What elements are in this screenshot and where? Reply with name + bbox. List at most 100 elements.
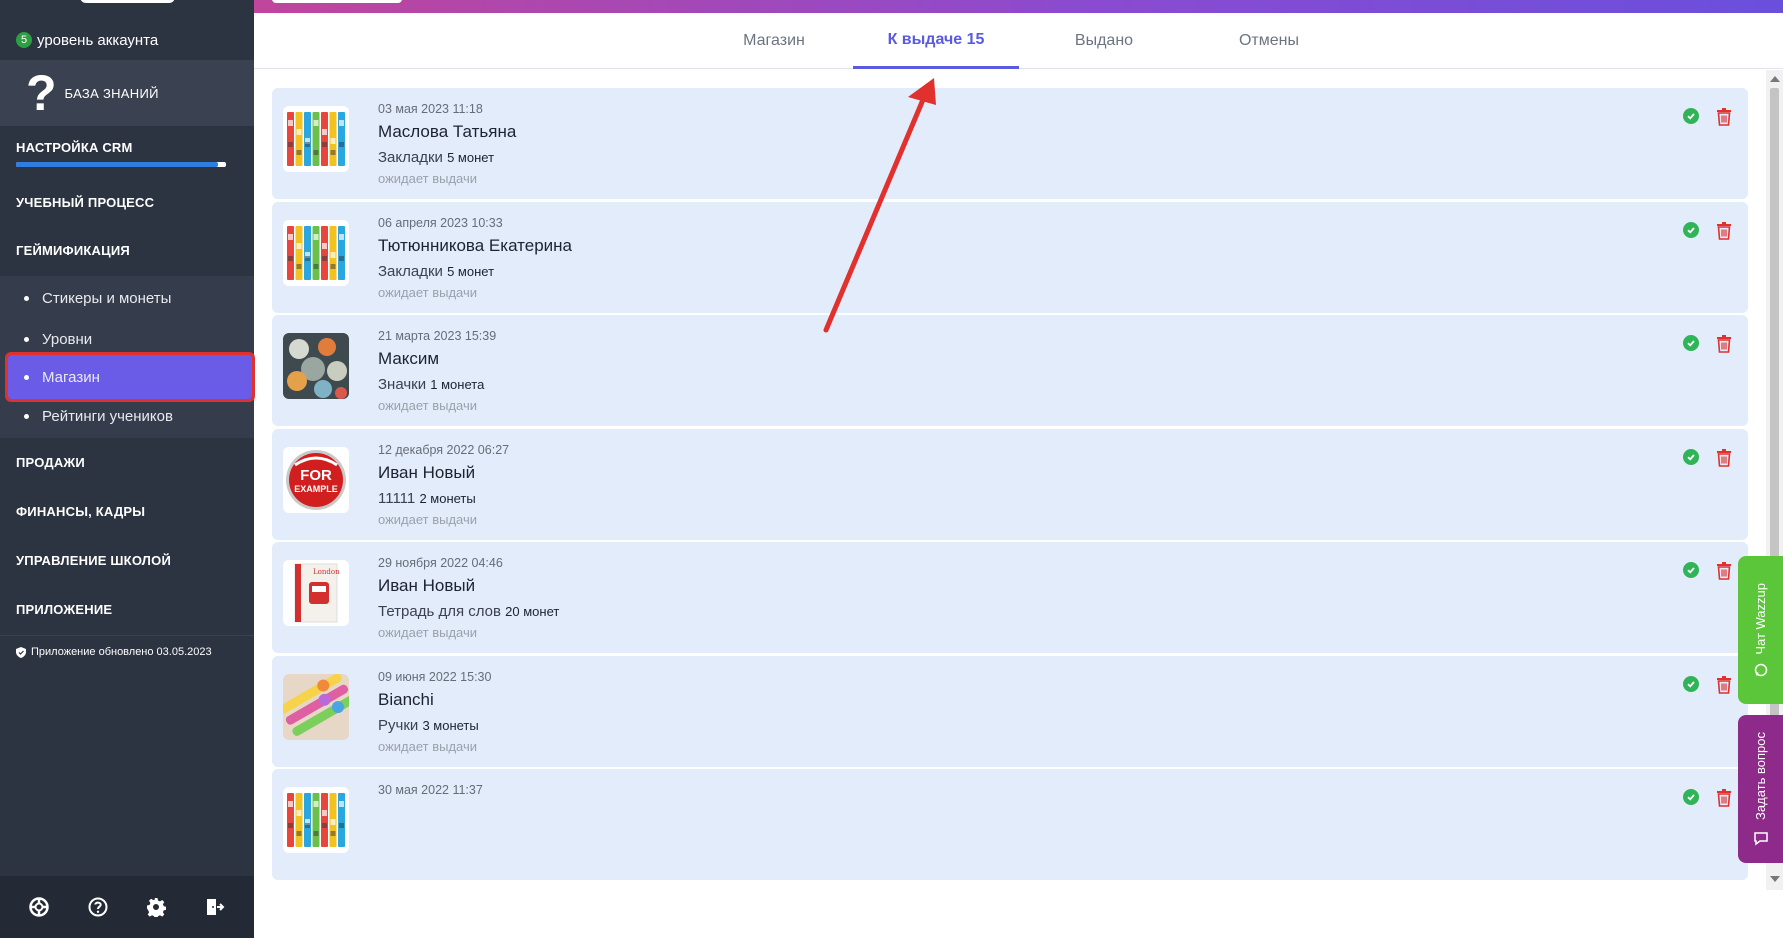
confirm-issue-icon[interactable]	[1683, 335, 1699, 351]
sidebar-section-learning[interactable]: УЧЕБНЫЙ ПРОЦЕСС	[0, 182, 254, 222]
order-coins: 2 монеты	[419, 490, 476, 506]
order-item: 11111 2 монеты	[378, 489, 476, 507]
order-card[interactable]: London 29 ноября 2022 04:46 Иван Новый Тетр…	[272, 542, 1748, 653]
sidebar-section-app[interactable]: ПРИЛОЖЕНИЕ	[0, 589, 254, 629]
top-bar	[254, 0, 1783, 13]
order-coins: 3 монеты	[422, 717, 479, 733]
confirm-issue-icon[interactable]	[1683, 448, 1699, 465]
order-thumbnail: London	[283, 560, 349, 626]
delete-order-icon[interactable]	[1717, 448, 1731, 467]
bullet-icon	[24, 374, 29, 380]
ask-question-widget[interactable]: Задать вопрос	[1738, 715, 1783, 863]
wazzup-chat-widget[interactable]: Чат Wazzup	[1738, 556, 1783, 704]
order-date: 12 декабря 2022 06:27	[378, 442, 510, 457]
delete-order-icon[interactable]	[1717, 562, 1731, 580]
sidebar-item-label: Уровни	[42, 330, 93, 348]
order-card[interactable]: 21 марта 2023 15:39 Максим Значки 1 монета…	[272, 315, 1748, 426]
order-status: ожидает выдачи	[378, 511, 478, 527]
sidebar-item-levels[interactable]: Уровни	[0, 319, 254, 359]
order-card[interactable]: FOR EXAMPLE 12 декабря 2022 06:27 Иван Новы…	[272, 428, 1748, 540]
order-status: ожидает выдачи	[378, 171, 478, 186]
shop-tabs: Магазин К выдаче 15 Выдано Отмены	[254, 13, 1783, 69]
scroll-down-icon[interactable]	[1770, 876, 1780, 882]
order-card[interactable]: 09 июня 2022 15:30 Bianchi Ручки 3 монеты о…	[272, 655, 1748, 767]
sidebar-bottom-toolbar	[0, 876, 254, 938]
tab-to-issue[interactable]: К выдаче 15	[853, 13, 1019, 69]
order-item: Ручки 3 монеты	[378, 716, 479, 734]
delete-order-icon[interactable]	[1717, 335, 1731, 353]
logout-icon[interactable]	[203, 895, 227, 919]
customer-name: Максим	[378, 349, 440, 368]
confirm-issue-icon[interactable]	[1683, 221, 1699, 238]
order-status: ожидает выдачи	[378, 398, 478, 413]
order-item: Закладки 5 монет	[378, 262, 495, 280]
order-thumbnail	[283, 219, 349, 286]
bullet-icon	[24, 413, 29, 419]
level-badge: 5	[16, 32, 32, 48]
order-date: 03 мая 2023 11:18	[378, 102, 483, 116]
lifebuoy-icon[interactable]	[27, 895, 51, 919]
orders-list: 03 мая 2023 11:18 Маслова Татьяна Закладки…	[254, 70, 1764, 890]
delete-order-icon[interactable]	[1717, 675, 1731, 694]
shield-icon	[16, 646, 26, 658]
speech-bubble-icon	[1753, 832, 1768, 846]
order-date: 30 мая 2022 11:37	[378, 783, 483, 797]
sidebar-item-stickers[interactable]: Стикеры и монеты	[0, 278, 254, 318]
bullet-icon	[24, 336, 29, 342]
sidebar-section-finance[interactable]: ФИНАНСЫ, КАДРЫ	[0, 491, 254, 531]
confirm-issue-icon[interactable]	[1683, 108, 1699, 124]
question-mark-icon: ?	[26, 65, 57, 121]
order-card[interactable]: 06 апреля 2023 10:33 Тютюнникова Екатерин…	[272, 201, 1748, 313]
confirm-issue-icon[interactable]	[1683, 675, 1699, 692]
order-coins: 5 монет	[447, 263, 495, 279]
sidebar-top-pill	[80, 0, 175, 3]
tab-cancelled[interactable]: Отмены	[1209, 13, 1329, 69]
delete-order-icon[interactable]	[1717, 108, 1731, 126]
sidebar-section-school[interactable]: УПРАВЛЕНИЕ ШКОЛОЙ	[0, 540, 254, 580]
order-thumbnail: FOR EXAMPLE	[283, 446, 349, 513]
order-item: Закладки 5 монет	[378, 149, 495, 166]
scroll-up-icon[interactable]	[1770, 76, 1780, 82]
confirm-issue-icon[interactable]	[1683, 562, 1699, 578]
sidebar-divider	[0, 635, 254, 636]
order-status: ожидает выдачи	[378, 625, 478, 640]
order-thumbnail	[283, 333, 349, 399]
top-bar-pill	[272, 0, 402, 3]
order-card[interactable]: 30 мая 2022 11:37	[272, 769, 1748, 880]
order-status: ожидает выдачи	[378, 284, 478, 300]
sidebar-item-ratings[interactable]: Рейтинги учеников	[0, 396, 254, 436]
sidebar-section-sales[interactable]: ПРОДАЖИ	[0, 442, 254, 482]
order-date: 29 ноября 2022 04:46	[378, 556, 503, 570]
order-card[interactable]: 03 мая 2023 11:18 Маслова Татьяна Закладки…	[272, 88, 1748, 199]
confirm-issue-icon[interactable]	[1683, 789, 1699, 805]
order-thumbnail	[283, 787, 349, 853]
sidebar-item-label: Рейтинги учеников	[42, 407, 173, 425]
sidebar-item-label: Стикеры и монеты	[42, 289, 172, 307]
knowledge-base-link[interactable]: ? БАЗА ЗНАНИЙ	[0, 60, 254, 126]
customer-name: Иван Новый	[378, 576, 476, 595]
bullet-icon	[24, 295, 29, 301]
help-icon[interactable]	[86, 895, 110, 919]
wazzup-chat-label: Чат Wazzup	[1753, 583, 1768, 655]
app-updated-text: Приложение обновлено 03.05.2023	[31, 646, 212, 658]
order-date: 09 июня 2022 15:30	[378, 669, 492, 684]
account-level[interactable]: 5 уровень аккаунта	[0, 20, 254, 60]
gamification-submenu: Стикеры и монеты Уровни Магазин Рейтинги…	[0, 276, 255, 438]
sidebar-section-gamification[interactable]: ГЕЙМИФИКАЦИЯ	[0, 230, 254, 270]
sidebar-item-shop[interactable]: Магазин	[5, 352, 255, 402]
order-item: Тетрадь для слов 20 монет	[378, 603, 560, 620]
delete-order-icon[interactable]	[1717, 221, 1731, 240]
order-coins: 1 монета	[430, 377, 485, 392]
order-thumbnail	[283, 673, 349, 740]
thumb-label-top: FOR	[300, 466, 332, 484]
thumb-label-bottom: EXAMPLE	[294, 483, 338, 494]
tab-shop[interactable]: Магазин	[714, 13, 834, 69]
crm-progress-bar	[16, 162, 226, 167]
crm-progress-fill	[16, 162, 218, 167]
sidebar-section-crm[interactable]: НАСТРОЙКА CRM	[0, 132, 254, 162]
order-item: Значки 1 монета	[378, 376, 485, 393]
order-date: 21 марта 2023 15:39	[378, 329, 497, 343]
delete-order-icon[interactable]	[1717, 789, 1731, 807]
tab-issued[interactable]: Выдано	[1044, 13, 1164, 69]
gear-icon[interactable]	[144, 895, 168, 919]
